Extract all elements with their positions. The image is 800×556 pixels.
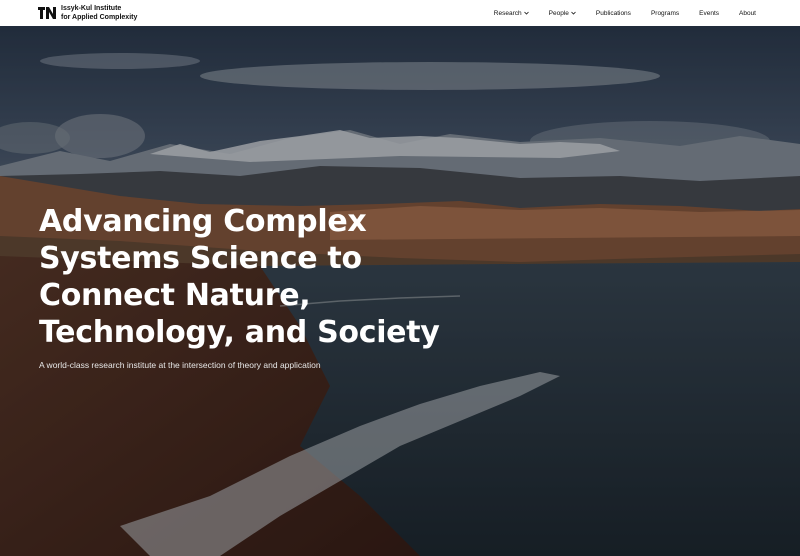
nav-item-events[interactable]: Events (699, 10, 719, 17)
nav-item-label: People (548, 9, 569, 17)
headline-line: Connect Nature, (39, 278, 311, 313)
chevron-down-icon (523, 11, 529, 15)
institute-logo-icon (38, 7, 56, 19)
top-navbar: Issyk-Kul Institute for Applied Complexi… (0, 0, 800, 26)
nav-item-label: Programs (650, 9, 680, 17)
brand-link[interactable]: Issyk-Kul Institute for Applied Complexi… (38, 4, 137, 22)
brand-line-1: Issyk-Kul Institute (61, 5, 122, 12)
main-menu: Research People Publications Programs Ev… (474, 0, 756, 26)
nav-item-label: About (739, 9, 756, 17)
hero-headline: Advancing Complex Systems Science to Con… (39, 203, 459, 351)
hero-subtitle: A world-class research institute at the … (39, 360, 321, 370)
headline-line: Advancing Complex (39, 204, 367, 239)
nav-item-research[interactable]: Research (494, 10, 529, 17)
brand-name: Issyk-Kul Institute for Applied Complexi… (61, 4, 137, 22)
chevron-down-icon (571, 11, 576, 15)
nav-item-programs[interactable]: Programs (651, 10, 679, 17)
headline-line: Technology, and Society (39, 315, 440, 350)
nav-item-people[interactable]: People (549, 10, 576, 17)
brand-line-2: for Applied Complexity (61, 14, 138, 21)
nav-item-publications[interactable]: Publications (596, 10, 631, 17)
nav-item-label: Research (493, 9, 522, 17)
hero-section: Advancing Complex Systems Science to Con… (0, 26, 800, 556)
nav-item-label: Events (699, 9, 719, 17)
nav-item-about[interactable]: About (739, 10, 756, 17)
nav-item-label: Publications (595, 9, 631, 17)
headline-line: Systems Science to (39, 241, 362, 276)
